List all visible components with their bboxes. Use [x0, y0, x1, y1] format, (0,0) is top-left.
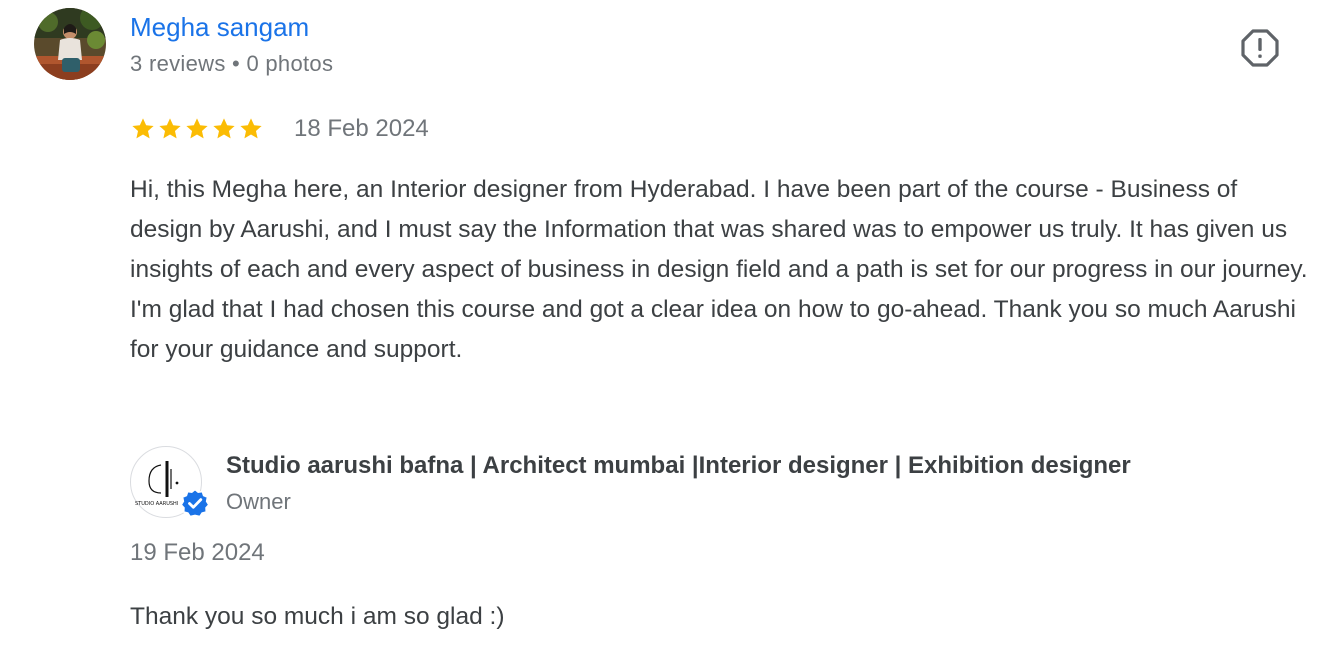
owner-role: Owner: [226, 489, 291, 514]
review-text: Hi, this Megha here, an Interior designe…: [130, 176, 1308, 363]
reply-text: Thank you so much i am so glad :): [130, 603, 505, 630]
star-icon: [184, 116, 210, 142]
star-rating: [130, 114, 265, 144]
review-date: 18 Feb 2024: [294, 115, 429, 142]
reply-date: 19 Feb 2024: [130, 539, 265, 566]
logo-text: STUDIO AARUSHI: [135, 501, 178, 507]
reviewer-meta: 3 reviews • 0 photos: [130, 51, 334, 76]
reviewer-name-link[interactable]: Megha sangam: [130, 10, 309, 44]
owner-name: Studio aarushi bafna | Architect mumbai …: [226, 452, 1131, 479]
verified-badge-icon: [180, 488, 210, 518]
star-icon: [211, 116, 237, 142]
reviewer-avatar[interactable]: [34, 8, 106, 80]
star-icon: [157, 116, 183, 142]
report-flag-icon[interactable]: [1240, 28, 1280, 68]
user-photo-avatar-icon: [34, 8, 106, 80]
star-icon: [130, 116, 156, 142]
star-icon: [238, 116, 264, 142]
